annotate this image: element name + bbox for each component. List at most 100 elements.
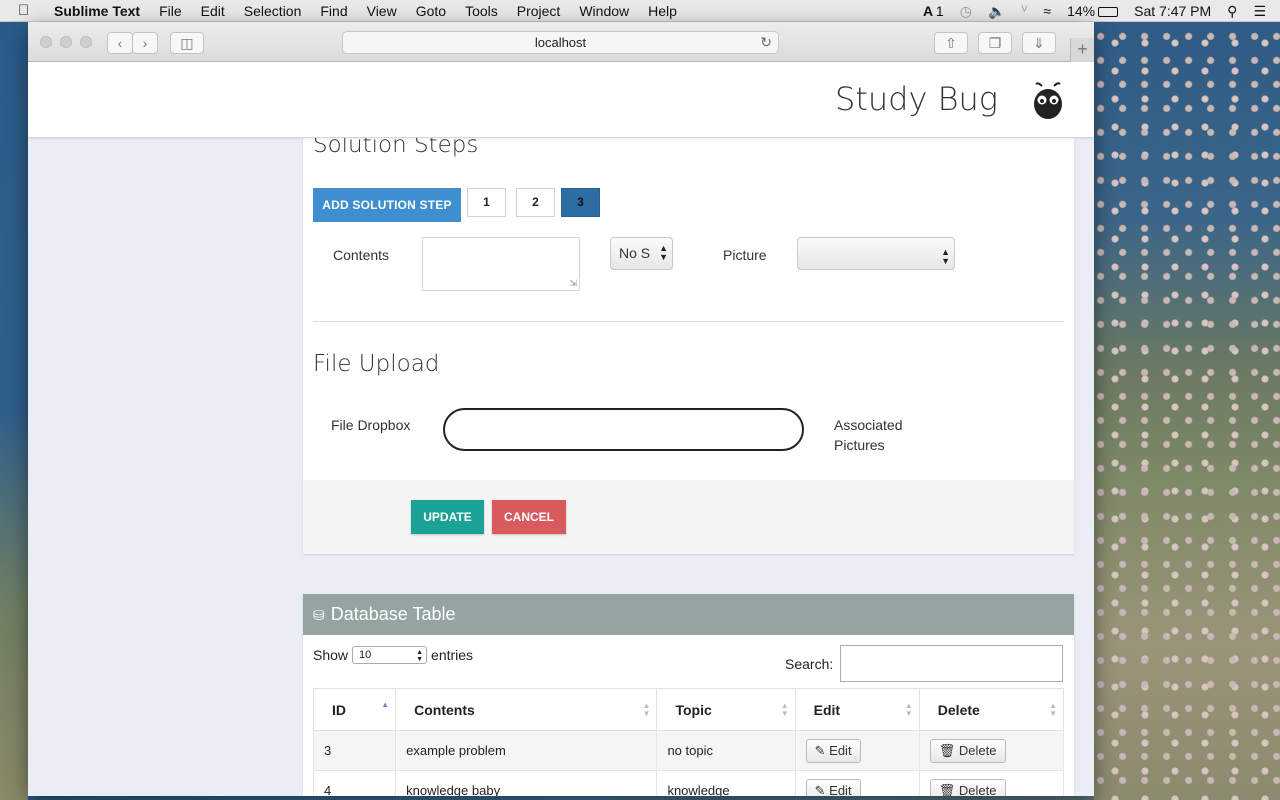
associated-pictures-label-line1: Associated	[834, 417, 903, 433]
column-header-contents[interactable]: Contents ▲ ▼	[395, 688, 658, 731]
menu-app-name[interactable]: Sublime Text	[54, 3, 140, 19]
desktop-wallpaper-left	[0, 22, 28, 800]
edit-icon: ✎	[814, 782, 826, 797]
menu-help[interactable]: Help	[648, 3, 677, 19]
picture-select[interactable]: ▲ ▼	[797, 237, 955, 270]
reload-icon[interactable]: ↻	[760, 32, 772, 53]
cell-topic: no topic	[656, 730, 796, 771]
menu-selection[interactable]: Selection	[244, 3, 302, 19]
database-table-card: ⛁ Database Table Show 10 ▲ ▼ entries Searc…	[303, 594, 1074, 796]
edit-button[interactable]: ✎ Edit	[805, 738, 861, 763]
clock[interactable]: Sat 7:47 PM	[1134, 3, 1211, 19]
file-dropbox[interactable]	[443, 408, 804, 451]
tabs-overview-icon[interactable]: ❐	[978, 32, 1012, 54]
cell-topic: knowledge	[656, 770, 796, 796]
section-divider	[313, 321, 1064, 322]
adobe-icon[interactable]: A 1	[923, 3, 944, 19]
update-button[interactable]: UPDATE	[411, 500, 484, 534]
menu-window[interactable]: Window	[579, 3, 629, 19]
volume-icon[interactable]: 🔈	[988, 3, 1005, 20]
sort-icon: ▲ ▼	[642, 701, 651, 718]
column-header-edit[interactable]: Edit ▲ ▼	[794, 688, 920, 731]
cell-id: 4	[312, 770, 397, 796]
menu-file[interactable]: File	[159, 3, 182, 19]
step-number-select[interactable]: No S ▲ ▼	[610, 237, 673, 270]
column-header-topic[interactable]: Topic ▲ ▼	[656, 688, 796, 731]
address-bar[interactable]: localhost ↻	[342, 31, 779, 54]
menu-view[interactable]: View	[367, 3, 397, 19]
cell-edit: ✎ Edit	[794, 770, 920, 797]
sidebar-toggle-icon[interactable]: ◫	[170, 32, 204, 54]
sort-icon: ▲ ▼	[1049, 701, 1057, 718]
edit-icon: ✎	[814, 742, 826, 758]
database-table-header: ⛁ Database Table	[303, 594, 1074, 635]
notification-center-icon[interactable]: ☰	[1253, 3, 1266, 20]
cancel-button[interactable]: CANCEL	[492, 500, 566, 534]
entries-value: 10	[359, 649, 372, 661]
brand-title[interactable]: Study Bug	[835, 80, 998, 118]
search-label: Search:	[785, 656, 834, 672]
file-upload-title: File Upload	[313, 351, 440, 377]
entries-label: entries	[431, 647, 474, 663]
show-label: Show	[313, 647, 349, 663]
add-solution-step-button[interactable]: ADD SOLUTION STEP	[313, 188, 461, 222]
file-dropbox-label: File Dropbox	[331, 417, 411, 433]
menu-tools[interactable]: Tools	[465, 3, 498, 19]
delete-button[interactable]: 🗑 Delete	[929, 738, 1006, 763]
data-table: ID ▲ Contents ▲ ▼ Topic ▲ ▼ Edit ▲ ▼ Delete ▲ ▼ 3…	[312, 688, 1065, 797]
zoom-window-button[interactable]	[80, 36, 92, 48]
cell-id: 3	[312, 730, 397, 771]
trash-icon: 🗑	[938, 742, 956, 758]
delete-button[interactable]: 🗑 Delete	[929, 778, 1006, 797]
main-content: Solution Steps ADD SOLUTION STEP 1 2 3 C…	[28, 132, 1094, 796]
sort-icon: ▲ ▼	[904, 701, 913, 718]
forward-icon[interactable]: ›	[132, 32, 158, 54]
edit-form-card: Solution Steps ADD SOLUTION STEP 1 2 3 C…	[303, 132, 1074, 554]
spotlight-search-icon[interactable]: ⚲	[1227, 3, 1237, 20]
apple-icon[interactable]: 	[18, 2, 38, 19]
menu-goto[interactable]: Goto	[416, 3, 446, 19]
step-tab-2[interactable]: 2	[516, 188, 555, 217]
minimize-window-button[interactable]	[60, 36, 72, 48]
browser-toolbar: ‹ › ◫ localhost ↻ ⇧ ❐ ⇓ +	[28, 22, 1094, 62]
url-text: localhost	[534, 35, 587, 50]
search-input[interactable]	[840, 645, 1063, 682]
menu-bar:  Sublime Text File Edit Selection Find …	[0, 0, 1280, 22]
battery-percent[interactable]: 14%	[1067, 3, 1095, 19]
close-window-button[interactable]	[40, 36, 52, 48]
contents-textarea[interactable]: ⇲	[422, 237, 580, 291]
database-table-title: Database Table	[330, 604, 456, 624]
cell-contents: example problem	[395, 730, 658, 771]
entries-select[interactable]: 10 ▲ ▼	[352, 646, 428, 664]
wifi-icon[interactable]: ≈	[1043, 3, 1051, 19]
battery-icon	[1098, 7, 1119, 17]
status-area: A 1 ◷ 🔈 ⱽ ≈ 14% Sat 7:47 PM ⚲ ☰	[907, 0, 1266, 22]
table-row: 3 example problem no topic ✎ Edit 🗑 Dele…	[312, 730, 1065, 771]
downloads-icon[interactable]: ⇓	[1022, 32, 1056, 54]
database-icon: ⛁	[313, 607, 325, 623]
back-icon[interactable]: ‹	[107, 32, 133, 54]
resize-handle-icon[interactable]: ⇲	[569, 278, 577, 289]
form-actions: UPDATE CANCEL	[303, 480, 1074, 554]
menu-find[interactable]: Find	[320, 3, 347, 19]
menu-project[interactable]: Project	[517, 3, 561, 19]
step-tab-3[interactable]: 3	[561, 188, 600, 217]
column-header-id[interactable]: ID ▲	[312, 688, 397, 731]
new-tab-icon[interactable]: +	[1070, 38, 1094, 62]
time-machine-icon[interactable]: ◷	[960, 3, 972, 20]
share-icon[interactable]: ⇧	[934, 32, 968, 54]
menu-edit[interactable]: Edit	[201, 3, 225, 19]
contents-label: Contents	[333, 247, 390, 263]
table-header-row: ID ▲ Contents ▲ ▼ Topic ▲ ▼ Edit ▲ ▼ Delete ▲ ▼	[312, 688, 1065, 731]
cell-edit: ✎ Edit	[794, 730, 920, 771]
column-header-delete[interactable]: Delete ▲ ▼	[918, 688, 1065, 731]
bug-logo-icon[interactable]	[1032, 80, 1064, 120]
bluetooth-icon[interactable]: ⱽ	[1021, 3, 1027, 20]
trash-icon: 🗑	[938, 782, 956, 797]
desktop-wallpaper-right	[1094, 22, 1280, 800]
step-tab-1[interactable]: 1	[467, 188, 506, 217]
table-row: 4 knowledge baby knowledge ✎ Edit 🗑 Dele…	[312, 770, 1065, 797]
edit-button[interactable]: ✎ Edit	[805, 778, 861, 797]
browser-window: ‹ › ◫ localhost ↻ ⇧ ❐ ⇓ + Study Bug Solu…	[28, 22, 1094, 796]
picture-label: Picture	[723, 247, 767, 263]
